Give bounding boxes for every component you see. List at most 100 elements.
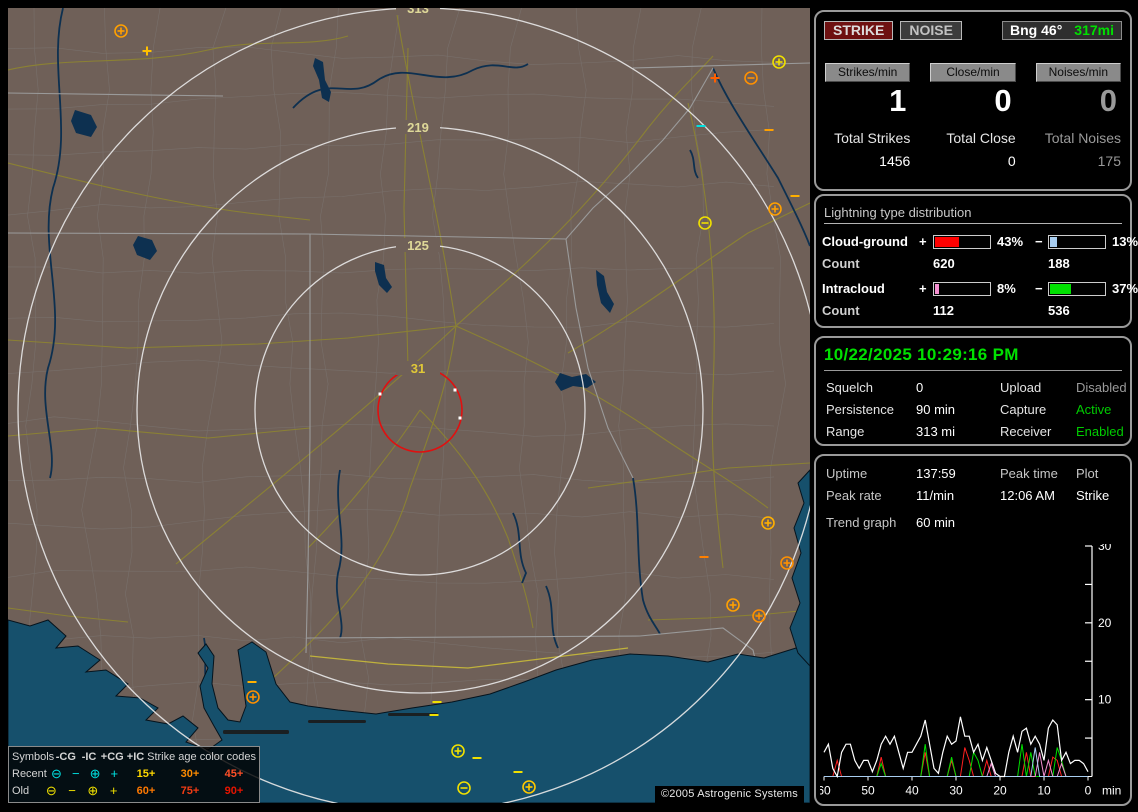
counter-total-label: Total Close [930, 130, 1015, 146]
panel-status: 10/22/2025 10:29:16 PM Squelch0UploadDis… [814, 336, 1132, 446]
negative-count: 536 [1048, 303, 1108, 318]
legend-col-nic: -IC [77, 751, 100, 763]
strike-dot [454, 389, 457, 392]
x-tick-label: 20 [993, 784, 1007, 798]
counter-noises-min: Noises/min 0 Total Noises 175 [1036, 63, 1121, 169]
counter-header-button[interactable]: Noises/min [1036, 63, 1121, 82]
counter-value: 0 [930, 85, 1015, 118]
age-code-90: 90+ [212, 785, 256, 797]
age-code-45: 45+ [212, 768, 256, 780]
x-tick-label: 40 [905, 784, 919, 798]
peak-time-value: 12:06 AM [1000, 488, 1076, 503]
trend-graph-row: Trend graph 60 min [826, 515, 1120, 530]
lightning-map[interactable]: 313 219 125 31 Symbols -CG -IC +CG +IC Stri… [8, 8, 810, 803]
counter-header-button[interactable]: Strikes/min [825, 63, 910, 82]
legend-age-title: Strike age color codes [147, 751, 256, 763]
trend-series-ic_pos_rate [824, 752, 1088, 776]
x-tick-label: 0 [1085, 784, 1092, 798]
pic-symbol-icon: + [103, 784, 124, 797]
counter-total-label: Total Noises [1036, 130, 1121, 146]
peak-rate-label: Peak rate [826, 488, 916, 503]
mode-row: STRIKE NOISE Bng 46° 317mi [824, 21, 1122, 40]
strike-dot [459, 417, 462, 420]
panel-distribution: Lightning type distribution Cloud-ground… [814, 194, 1132, 328]
bearing-distance: 317mi [1074, 22, 1114, 38]
distribution-count-row: Count112536 [822, 303, 1124, 318]
y-tick-label: 20 [1098, 616, 1112, 630]
copyright-text: ©2005 Astrogenic Systems [655, 786, 804, 803]
panel-stats: Uptime 137:59 Peak time Plot Peak rate 1… [814, 454, 1132, 806]
legend-col-ncg: -CG [54, 751, 77, 763]
counter-strikes-min: Strikes/min1Total Strikes1456 [825, 63, 910, 169]
age-code-60: 60+ [124, 785, 168, 797]
bearing-value: Bng 46° [1010, 22, 1062, 38]
map-canvas: 313 219 125 31 [8, 8, 810, 803]
y-tick-label: 30 [1098, 544, 1112, 553]
status-upload: Disabled [1076, 380, 1127, 395]
trend-graph: 10 20 30 60 50 40 30 20 10 0 min [820, 544, 1132, 804]
sidebar: STRIKE NOISE Bng 46° 317mi Strikes/min 1 T… [812, 0, 1134, 812]
noise-mode-button[interactable]: NOISE [900, 21, 962, 40]
bearing-readout: Bng 46° 317mi [1002, 21, 1122, 40]
status-capture: Active [1076, 402, 1127, 417]
legend-col-pcg: +CG [101, 751, 124, 763]
pcg-symbol-icon: ⊕ [82, 784, 103, 797]
nic-symbol-icon: − [62, 784, 83, 797]
counter-total-value: 1456 [825, 153, 910, 169]
positive-count: 620 [933, 256, 993, 271]
distribution-row-intracloud: Intracloud+8%−37% [822, 281, 1124, 296]
ring-label-125: 125 [407, 238, 429, 253]
distribution-title: Lightning type distribution [824, 205, 1122, 224]
pic-symbol-icon: + [105, 767, 124, 780]
strike-dot [379, 393, 382, 396]
plot-value: Strike [1076, 488, 1120, 503]
legend-row-recent: Recent⊖−⊕+15+30+45+ [12, 765, 256, 782]
counter-value: 1 [825, 85, 910, 118]
x-tick-label: 30 [949, 784, 963, 798]
ring-label-313: 313 [407, 8, 429, 16]
distribution-row-cloud-ground: Cloud-ground+43%−13% [822, 234, 1124, 249]
negative-bar [1048, 282, 1106, 296]
age-code-75: 75+ [168, 785, 212, 797]
x-axis-unit: min [1102, 784, 1121, 798]
negative-count: 188 [1048, 256, 1108, 271]
y-tick-label: 10 [1098, 693, 1112, 707]
strike-mode-button[interactable]: STRIKE [824, 21, 893, 40]
positive-bar [933, 282, 991, 296]
stats-grid: Uptime 137:59 Peak time Plot Peak rate 1… [826, 466, 1120, 503]
symbol-legend: Symbols -CG -IC +CG +IC Strike age color… [8, 746, 260, 803]
ring-label-31: 31 [411, 361, 425, 376]
pcg-symbol-icon: ⊕ [85, 767, 104, 780]
legend-header-row: Symbols -CG -IC +CG +IC Strike age color… [12, 748, 256, 765]
ncg-symbol-icon: ⊖ [47, 767, 66, 780]
x-tick-label: 10 [1037, 784, 1051, 798]
status-receiver: Enabled [1076, 424, 1127, 439]
x-tick-label: 60 [820, 784, 831, 798]
x-tick-label: 50 [861, 784, 875, 798]
uptime-label: Uptime [826, 466, 916, 481]
peak-time-label: Peak time [1000, 466, 1076, 481]
counter-total-value: 0 [930, 153, 1015, 169]
trend-graph-label: Trend graph [826, 515, 916, 530]
legend-symbols-label: Symbols [12, 751, 54, 763]
ncg-symbol-icon: ⊖ [41, 784, 62, 797]
counter-value: 0 [1036, 85, 1121, 118]
nic-symbol-icon: − [66, 767, 85, 780]
peak-rate-value: 11/min [916, 488, 1000, 503]
uptime-value: 137:59 [916, 466, 1000, 481]
datetime-display: 10/22/2025 10:29:16 PM [824, 345, 1122, 371]
ring-label-219: 219 [407, 120, 429, 135]
legend-row-old: Old⊖−⊕+60+75+90+ [12, 782, 256, 799]
plot-label: Plot [1076, 466, 1120, 481]
positive-count: 112 [933, 303, 993, 318]
age-code-30: 30+ [168, 768, 212, 780]
counter-header-button[interactable]: Close/min [930, 63, 1015, 82]
age-code-15: 15+ [124, 768, 168, 780]
distribution-count-row: Count620188 [822, 256, 1124, 271]
negative-bar [1048, 235, 1106, 249]
panel-counters: STRIKE NOISE Bng 46° 317mi Strikes/min 1 T… [814, 10, 1132, 191]
legend-col-pic: +IC [124, 751, 147, 763]
trend-series-total_rate [824, 717, 1088, 777]
counter-total-value: 175 [1036, 153, 1121, 169]
status-grid: Squelch0UploadDisabledPersistence90 minC… [826, 380, 1120, 439]
